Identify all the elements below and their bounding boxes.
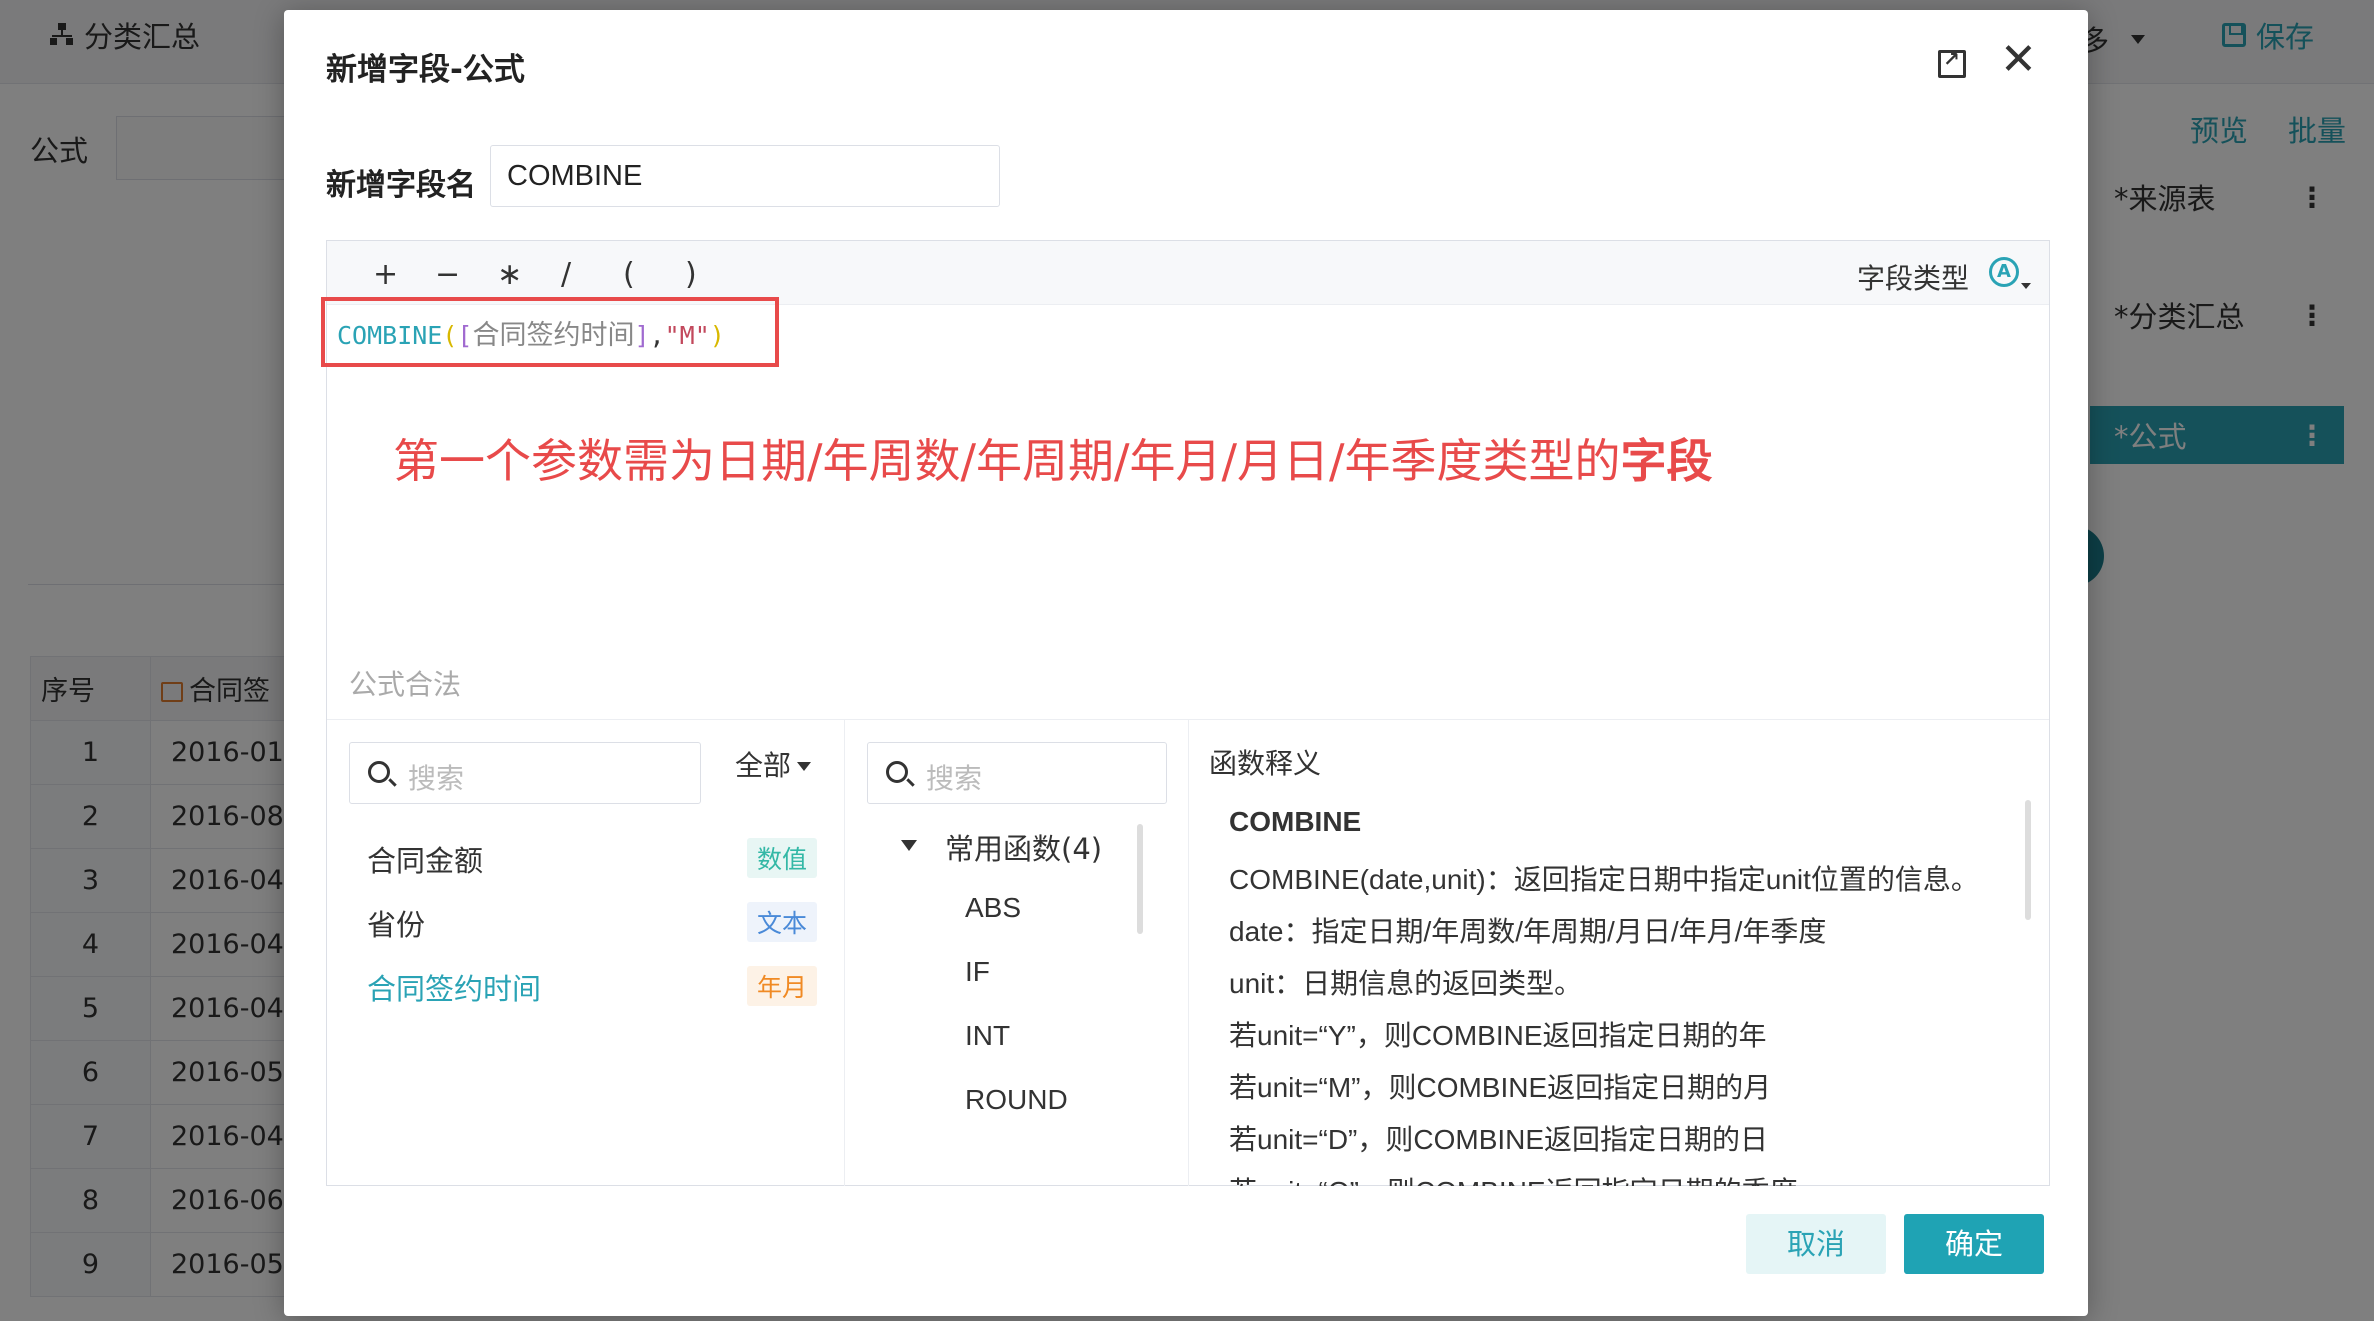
- formula-function: COMBINE: [337, 321, 443, 350]
- doc-line: 若unit=“D”，则COMBINE返回指定日期的日: [1229, 1124, 1769, 1155]
- add-field-dialog: 新增字段-公式 ✕ 新增字段名 COMBINE + − ∗ / ( ) 字段类型…: [284, 10, 2088, 1316]
- formula-field-ref: 合同签约时间: [472, 320, 635, 351]
- divide-button[interactable]: /: [561, 257, 571, 292]
- formula-close-paren: ): [709, 321, 725, 350]
- field-type-badge: 年月: [747, 966, 818, 1006]
- doc-title: 函数释义: [1209, 747, 1322, 780]
- field-item-amount[interactable]: 合同金额: [367, 838, 483, 880]
- error-hint-text: 第一个参数需为日期/年周数/年周期/年月/月日/年季度类型的: [393, 434, 1621, 488]
- formula-valid-status: 公式合法: [349, 668, 462, 701]
- caret-down-icon[interactable]: [901, 840, 917, 851]
- expand-icon[interactable]: [1938, 47, 1966, 78]
- minus-button[interactable]: −: [435, 257, 460, 292]
- doc-line: unit：日期信息的返回类型。: [1229, 968, 1583, 999]
- doc-line: date：指定日期/年周数/年周期/月日/年月/年季度: [1229, 916, 1827, 947]
- open-paren-button[interactable]: (: [623, 257, 635, 292]
- cancel-button[interactable]: 取消: [1746, 1214, 1886, 1274]
- field-name-input[interactable]: COMBINE: [490, 145, 1000, 207]
- scrollbar[interactable]: [1137, 824, 1143, 934]
- field-type-label: 字段类型: [1857, 262, 1970, 295]
- error-hint-bold: 字段: [1620, 434, 1713, 488]
- function-group[interactable]: 常用函数(4): [945, 826, 1102, 868]
- field-filter-dropdown[interactable]: 全部: [735, 744, 812, 784]
- functions-panel: 搜索 常用函数(4) ABS IF INT ROUND: [845, 720, 1189, 1186]
- filter-label: 全部: [735, 749, 792, 782]
- close-paren-button[interactable]: ): [685, 257, 697, 292]
- multiply-button[interactable]: ∗: [497, 257, 522, 292]
- chevron-down-icon: [797, 762, 812, 771]
- dialog-title: 新增字段-公式: [326, 52, 525, 88]
- doc-line: COMBINE: [1229, 806, 1362, 837]
- error-hint: 第一个参数需为日期/年周数/年周期/年月/月日/年季度类型的字段: [393, 425, 1713, 491]
- search-icon: [886, 761, 908, 783]
- scrollbar[interactable]: [2025, 800, 2031, 920]
- plus-button[interactable]: +: [373, 257, 398, 292]
- function-doc-panel: 函数释义 COMBINE COMBINE(date,unit)：返回指定日期中指…: [1189, 720, 2049, 1186]
- field-type-icon[interactable]: A: [1989, 257, 2019, 287]
- field-type-badge: 文本: [747, 902, 818, 942]
- doc-line: COMBINE(date,unit)：返回指定日期中指定unit位置的信息。: [1229, 864, 1979, 895]
- field-item-province[interactable]: 省份: [367, 902, 425, 944]
- doc-line: 若unit=“M”，则COMBINE返回指定日期的月: [1229, 1072, 1772, 1103]
- chevron-down-icon[interactable]: [2021, 283, 2031, 289]
- doc-line: 若unit=“Q”，则COMBINE返回指定日期的季度: [1229, 1170, 1798, 1186]
- confirm-button[interactable]: 确定: [1904, 1214, 2044, 1274]
- close-icon[interactable]: ✕: [2000, 38, 2037, 82]
- function-item-int[interactable]: INT: [965, 1020, 1010, 1052]
- formula-comma: ,: [649, 321, 665, 350]
- search-icon: [368, 761, 390, 783]
- formula-open-paren: (: [442, 321, 458, 350]
- doc-line: 若unit=“Y”，则COMBINE返回指定日期的年: [1229, 1020, 1767, 1051]
- field-search-input[interactable]: 搜索: [349, 742, 701, 804]
- search-placeholder: 搜索: [408, 762, 465, 795]
- function-item-abs[interactable]: ABS: [965, 892, 1021, 924]
- field-name-label: 新增字段名: [326, 168, 476, 203]
- fields-panel: 搜索 全部 合同金额 数值 省份 文本 合同签约时间 年月: [327, 720, 845, 1186]
- field-type-badge: 数值: [747, 838, 818, 878]
- formula-close-bracket: ]: [634, 321, 650, 350]
- formula-editor: + − ∗ / ( ) 字段类型 A COMBINE([合同签约时间],"M")…: [321, 240, 2050, 1186]
- formula-text[interactable]: COMBINE([合同签约时间],"M"): [337, 313, 725, 352]
- operator-toolbar: + − ∗ / ( ) 字段类型 A: [327, 241, 2049, 305]
- function-search-input[interactable]: 搜索: [867, 742, 1167, 804]
- formula-open-bracket: [: [457, 321, 473, 350]
- function-item-if[interactable]: IF: [965, 956, 990, 988]
- formula-string-arg: "M": [664, 321, 710, 350]
- function-item-round[interactable]: ROUND: [965, 1084, 1068, 1116]
- field-item-contract-date[interactable]: 合同签约时间: [367, 966, 541, 1008]
- search-placeholder: 搜索: [926, 762, 983, 795]
